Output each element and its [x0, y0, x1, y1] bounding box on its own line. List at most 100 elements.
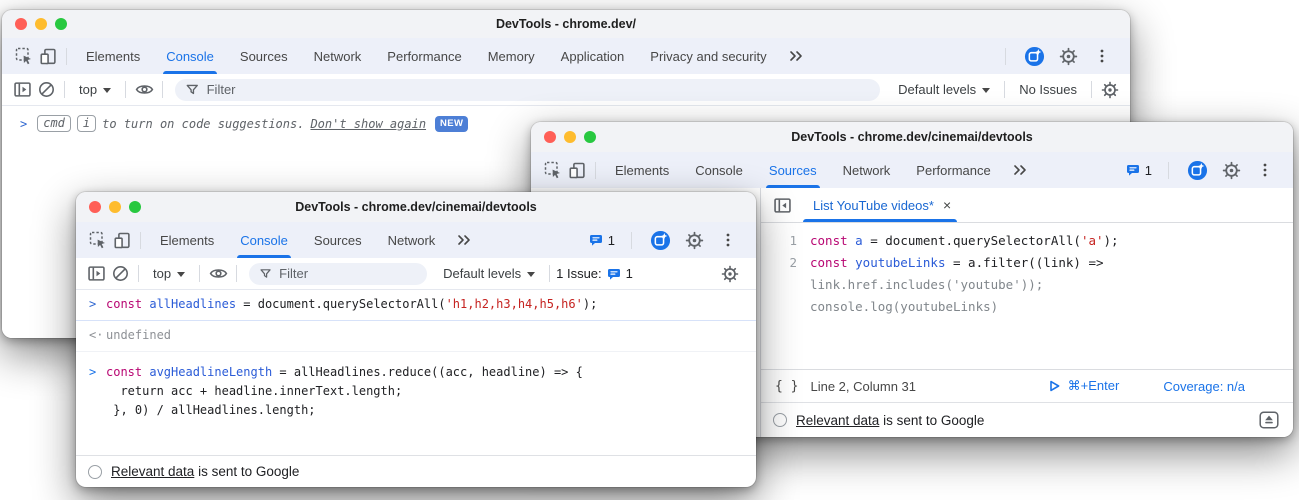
string-token: 'a' [1081, 233, 1104, 248]
issues-counter[interactable]: 1 [1125, 163, 1152, 178]
console-settings-gear-icon[interactable] [718, 262, 742, 286]
settings-gear-icon[interactable] [1056, 44, 1080, 68]
kebab-menu-icon[interactable] [1090, 44, 1114, 68]
ai-data-disclaimer: Relevant data is sent to Google [76, 455, 756, 487]
relevant-data-link[interactable]: Relevant data [796, 413, 879, 428]
minimize-window-button[interactable] [564, 131, 576, 143]
tab-sources[interactable]: Sources [301, 222, 375, 258]
issues-counter[interactable]: No Issues [1011, 82, 1085, 97]
kebab-menu-icon[interactable] [1253, 158, 1277, 182]
kebab-menu-icon[interactable] [716, 228, 740, 252]
editor-tab-bar: List YouTube videos* × [761, 188, 1293, 223]
log-levels-selector[interactable]: Default levels [435, 266, 543, 281]
more-tabs-icon[interactable] [1008, 158, 1032, 182]
minimize-window-button[interactable] [35, 18, 47, 30]
run-snippet-button[interactable]: ⌘+Enter [1047, 378, 1120, 394]
console-command: > const allHeadlines = document.querySel… [76, 290, 756, 321]
device-toolbar-icon[interactable] [36, 44, 60, 68]
console-sidebar-toggle-icon[interactable] [10, 78, 34, 102]
log-levels-selector[interactable]: Default levels [890, 82, 998, 97]
tab-network[interactable]: Network [830, 152, 904, 188]
settings-gear-icon[interactable] [682, 228, 706, 252]
titlebar[interactable]: DevTools - chrome.dev/cinemai/devtools [76, 192, 756, 222]
variable-token: allHeadlines [149, 297, 236, 311]
tab-performance[interactable]: Performance [903, 152, 1003, 188]
more-tabs-icon[interactable] [784, 44, 808, 68]
device-toolbar-icon[interactable] [110, 228, 134, 252]
titlebar[interactable]: DevTools - chrome.dev/cinemai/devtools [531, 122, 1293, 152]
more-tabs-icon[interactable] [452, 228, 476, 252]
tab-application[interactable]: Application [548, 38, 638, 74]
settings-gear-icon[interactable] [1219, 158, 1243, 182]
pretty-print-icon[interactable]: { } [775, 379, 798, 394]
code-line-2: const youtubeLinks = a.filter((link) => [810, 252, 1119, 274]
zoom-window-button[interactable] [584, 131, 596, 143]
console-filter[interactable] [175, 79, 880, 101]
tab-privacy-security[interactable]: Privacy and security [637, 38, 779, 74]
tab-console[interactable]: Console [227, 222, 301, 258]
live-expression-eye-icon[interactable] [132, 78, 156, 102]
divider [236, 265, 237, 282]
code-editor[interactable]: 1 2 const a = document.querySelectorAll(… [761, 223, 1293, 369]
relevant-data-link[interactable]: Relevant data [111, 464, 194, 479]
tab-console[interactable]: Console [682, 152, 756, 188]
close-window-button[interactable] [89, 201, 101, 213]
divider [140, 232, 141, 249]
tab-elements[interactable]: Elements [147, 222, 227, 258]
ai-assistant-icon[interactable] [1185, 158, 1209, 182]
zoom-window-button[interactable] [55, 18, 67, 30]
panel-tab-bar: Elements Console Sources Network Perform… [531, 152, 1293, 188]
context-selector[interactable]: top [145, 266, 193, 281]
clear-console-icon[interactable] [34, 78, 58, 102]
filter-input[interactable] [207, 82, 871, 97]
filter-input[interactable] [279, 266, 417, 281]
divider [631, 232, 632, 249]
inspect-element-icon[interactable] [541, 158, 565, 182]
inspect-element-icon[interactable] [86, 228, 110, 252]
close-window-button[interactable] [544, 131, 556, 143]
console-sidebar-toggle-icon[interactable] [84, 262, 108, 286]
titlebar[interactable]: DevTools - chrome.dev/ [2, 10, 1130, 38]
editor-pane: List YouTube videos* × 1 2 const a = doc… [761, 188, 1293, 437]
issue-bubble-icon [588, 233, 604, 247]
tab-sources[interactable]: Sources [756, 152, 830, 188]
dont-show-again-link[interactable]: Don't show again [310, 117, 426, 131]
issues-counter[interactable]: 1 Issue: 1 [556, 266, 633, 281]
code-token: = document.querySelectorAll( [863, 233, 1081, 248]
tab-sources[interactable]: Sources [227, 38, 301, 74]
console-filter[interactable] [249, 263, 427, 285]
close-tab-icon[interactable]: × [943, 197, 951, 213]
issue-count: 1 [608, 233, 615, 248]
cmd-keycap: cmd [37, 115, 71, 132]
tab-elements[interactable]: Elements [602, 152, 682, 188]
context-selector[interactable]: top [71, 82, 119, 97]
device-toolbar-icon[interactable] [565, 158, 589, 182]
inspect-element-icon[interactable] [12, 44, 36, 68]
tab-elements[interactable]: Elements [73, 38, 153, 74]
minimize-window-button[interactable] [109, 201, 121, 213]
variable-token: youtubeLinks [855, 255, 945, 270]
tab-memory[interactable]: Memory [475, 38, 548, 74]
run-play-icon [1047, 379, 1061, 393]
tab-network[interactable]: Network [375, 222, 449, 258]
live-expression-eye-icon[interactable] [206, 262, 230, 286]
chevron-down-icon [177, 272, 185, 277]
issues-counter[interactable]: 1 [588, 233, 615, 248]
coverage-link[interactable]: Coverage: n/a [1163, 379, 1245, 394]
file-tab-snippet[interactable]: List YouTube videos* × [801, 188, 963, 222]
console-settings-gear-icon[interactable] [1098, 78, 1122, 102]
console-result-arrow: <· [89, 326, 106, 345]
zoom-window-button[interactable] [129, 201, 141, 213]
tab-performance[interactable]: Performance [374, 38, 474, 74]
code-lines: const a = document.querySelectorAll('a')… [810, 230, 1119, 369]
tab-network[interactable]: Network [301, 38, 375, 74]
clear-console-icon[interactable] [108, 262, 132, 286]
console-command: > const avgHeadlineLength = allHeadlines… [76, 358, 756, 426]
close-window-button[interactable] [15, 18, 27, 30]
ai-assistant-icon[interactable] [1022, 44, 1046, 68]
tab-console[interactable]: Console [153, 38, 227, 74]
console-prompt: > [20, 117, 27, 131]
eject-drawer-icon[interactable] [1257, 408, 1281, 432]
ai-assistant-icon[interactable] [648, 228, 672, 252]
navigator-toggle-icon[interactable] [770, 193, 794, 217]
